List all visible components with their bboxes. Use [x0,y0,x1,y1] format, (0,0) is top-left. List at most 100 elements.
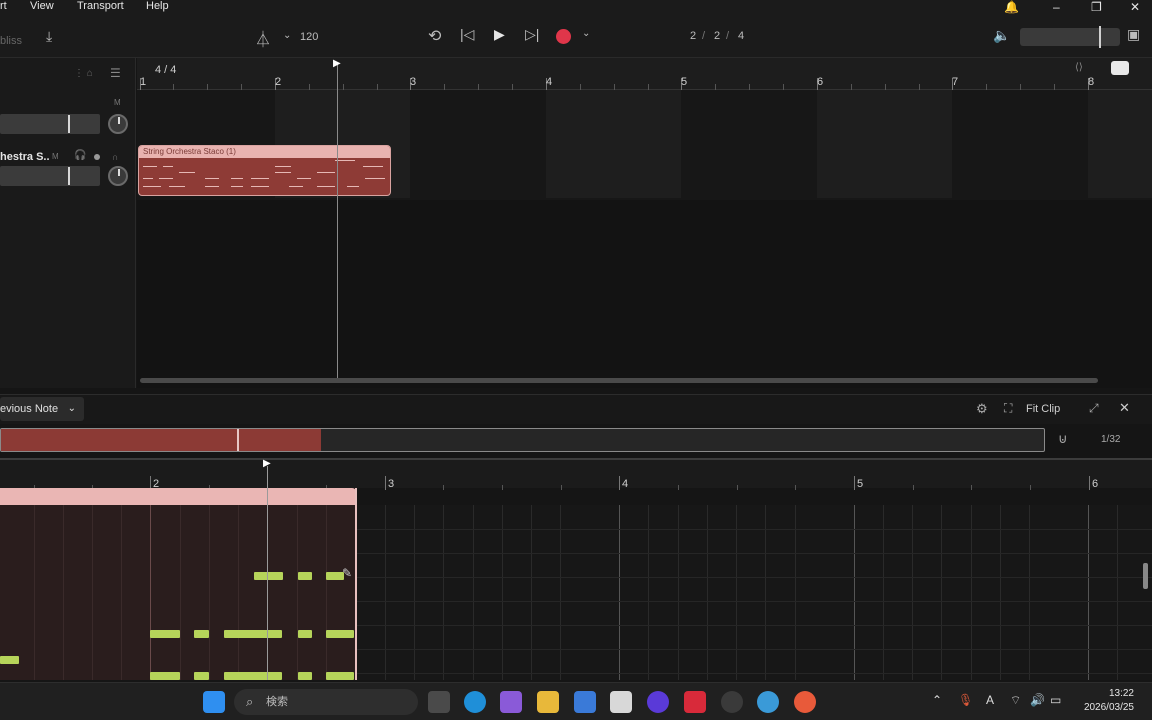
grid-value[interactable]: 1/32 [1101,434,1120,445]
track-1-pan-knob[interactable] [108,114,128,134]
menu-item-view[interactable]: View [30,0,54,12]
track-2-mute[interactable]: M [52,152,59,161]
app-icon-red[interactable] [684,691,706,713]
note-select-dropdown[interactable]: evious Note ⌄ [0,397,84,421]
taskbar-clock[interactable]: 13:22 2026/03/25 [1084,687,1134,715]
menu-item-transport[interactable]: Transport [77,0,124,12]
arrange-playhead-marker[interactable]: ▶ [333,58,341,69]
arrange-ruler[interactable]: 4 / 4 1 2 3 4 5 6 7 8 ⟨⟩ [137,58,1152,90]
clip-end-marker[interactable] [355,488,357,680]
taskbar-search[interactable]: ⌕ 検索 [234,689,418,715]
play-icon[interactable]: ▶ [494,26,505,43]
midi-note[interactable] [0,656,19,664]
windows-start-icon[interactable] [203,691,225,713]
piano-roll-clip-header[interactable] [0,488,356,505]
record-chevron-icon[interactable]: ⌄ [582,28,590,39]
editor-toolbar: evious Note ⌄ ⚙ ⛶ Fit Clip ⤢ ✕ [0,394,1152,424]
master-volume-slider[interactable] [1020,28,1120,46]
track-1-volume-fader[interactable] [0,114,100,134]
empty-track-area[interactable] [137,200,1152,388]
position-sep-1: / [702,30,706,42]
skip-forward-icon[interactable]: ▷| [525,26,539,43]
midi-note[interactable] [254,572,283,580]
magnet-icon[interactable]: ⊍ [1058,431,1068,447]
menu-item-help[interactable]: Help [146,0,169,12]
midi-clip[interactable]: String Orchestra Staco (1) [138,145,391,196]
restore-icon[interactable]: ❐ [1091,0,1102,14]
position-tick: 4 [738,30,745,42]
piano-roll-clip-region[interactable] [0,488,356,680]
skip-back-icon[interactable]: |◁ [460,26,474,43]
metronome-icon[interactable]: ⏃ [255,26,271,50]
editor-playhead-marker[interactable]: ▶ [263,458,271,469]
track-2-record-arm[interactable] [94,154,100,160]
editor-ruler[interactable]: 2 3 4 5 6 [0,458,1152,490]
follow-toggle-icon[interactable] [1111,61,1129,75]
track-2-fader-mark [68,167,70,185]
settings-icon[interactable]: ⚙ [976,401,988,417]
midi-note[interactable] [194,672,209,680]
battery-icon[interactable]: ▭ [1050,693,1061,707]
track-controls-icon[interactable]: ⋮ ⌂ [74,68,93,79]
close-window-icon[interactable]: ✕ [1130,0,1140,14]
media-player-icon[interactable] [647,691,669,713]
microphone-icon[interactable]: 🎙 [958,693,973,707]
clip-overview-bar[interactable] [0,428,1045,452]
tray-chevron-icon[interactable]: ⌃ [932,693,942,707]
volume-icon[interactable]: 🔈 [993,27,1010,44]
obs-icon[interactable] [721,691,743,713]
midi-note[interactable] [326,630,354,638]
ime-indicator[interactable]: A [986,693,994,707]
chrome-icon[interactable] [794,691,816,713]
chrome-active-icon[interactable] [757,691,779,713]
menu-item-export[interactable]: rt [0,0,7,12]
clip-title: String Orchestra Staco (1) [139,146,390,158]
midi-note[interactable] [298,572,312,580]
task-view-icon[interactable] [428,691,450,713]
fit-clip-label[interactable]: Fit Clip [1026,403,1060,415]
midi-note[interactable] [150,630,180,638]
mail-icon[interactable] [574,691,596,713]
copilot-icon[interactable] [500,691,522,713]
loop-icon[interactable]: ⟲ [428,26,441,46]
midi-note[interactable] [224,630,282,638]
midi-note[interactable] [298,672,312,680]
time-signature[interactable]: 4 / 4 [155,64,176,76]
track-1-mute[interactable]: M [114,98,121,107]
master-volume-thumb[interactable] [1099,26,1101,48]
midi-note[interactable] [224,672,282,680]
piano-roll-grid[interactable] [356,505,1152,680]
speaker-icon[interactable]: 🔊 [1030,693,1045,707]
store-icon[interactable] [610,691,632,713]
snap-icon[interactable]: ⟨⟩ [1075,62,1083,73]
arrange-playhead[interactable] [337,64,338,380]
search-placeholder: 検索 [266,696,288,708]
ruler-bar-8: 8 [1088,76,1095,88]
metronome-chevron-icon[interactable]: ⌄ [283,30,291,41]
midi-note[interactable] [298,630,312,638]
record-icon[interactable] [556,29,571,44]
track-2-pan-knob[interactable] [108,166,128,186]
edge-browser-icon[interactable] [464,691,486,713]
close-editor-icon[interactable]: ✕ [1119,400,1130,416]
piano-roll-vertical-scrollbar[interactable] [1143,563,1148,589]
midi-note[interactable] [326,672,354,680]
track-2-name[interactable]: hestra S.. [0,151,50,163]
track-2-volume-fader[interactable] [0,166,100,186]
fit-clip-icon[interactable]: ⛶ [1004,401,1012,416]
editor-playhead[interactable] [267,466,268,680]
arrange-horizontal-scrollbar[interactable] [140,378,1098,383]
track-filter-icon[interactable]: ☰ [110,66,121,80]
track-2-headphones-icon[interactable]: 🎧 [74,150,86,161]
file-explorer-icon[interactable] [537,691,559,713]
notification-bell-icon[interactable]: 🔔 [1004,0,1019,14]
tempo-value[interactable]: 120 [300,31,318,43]
minimize-icon[interactable]: – [1053,0,1060,14]
export-icon[interactable]: ⤓ [46,28,52,45]
track-2-headphone-icon[interactable]: ∩ [112,152,118,162]
midi-note[interactable] [150,672,180,680]
wifi-icon[interactable]: ⌔ [1010,693,1021,708]
panel-toggle-icon[interactable]: ▣ [1127,26,1140,43]
expand-icon[interactable]: ⤢ [1089,401,1099,416]
midi-note[interactable] [194,630,209,638]
